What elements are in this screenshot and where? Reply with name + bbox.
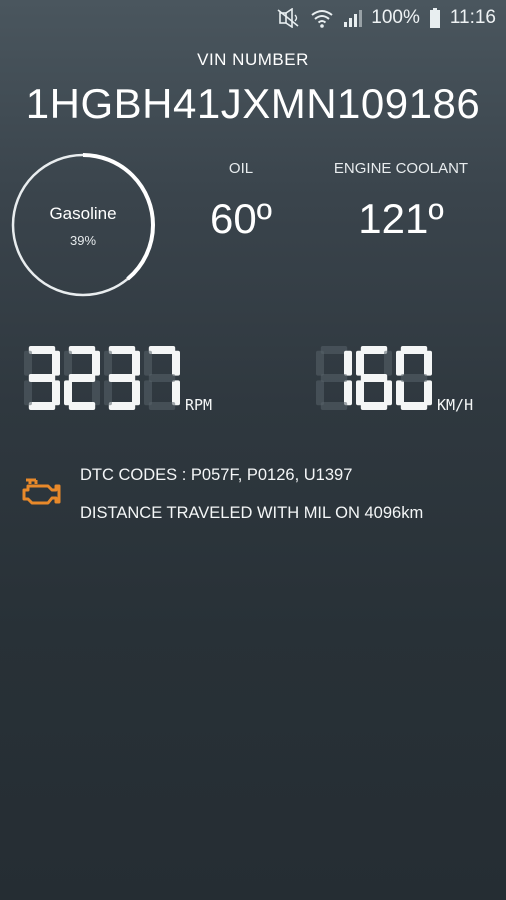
segment-a	[360, 346, 388, 354]
segment-f	[64, 350, 72, 376]
segment-c	[92, 380, 100, 406]
digit-0	[316, 346, 352, 410]
segment-f	[24, 350, 32, 376]
segment-a	[400, 346, 428, 354]
segment-d	[108, 402, 136, 410]
fuel-gauge: Gasoline 39%	[10, 152, 156, 298]
digit-2	[104, 346, 140, 410]
coolant-temp-label: ENGINE COOLANT	[333, 160, 469, 177]
segment-d	[148, 402, 176, 410]
segment-g	[400, 374, 428, 382]
mil-distance: DISTANCE TRAVELED WITH MIL ON 4096km	[80, 504, 424, 522]
segment-c	[344, 380, 352, 406]
segment-b	[172, 350, 180, 376]
segment-e	[144, 380, 152, 406]
segment-c	[424, 380, 432, 406]
segment-a	[68, 346, 96, 354]
segment-a	[148, 346, 176, 354]
segment-b	[344, 350, 352, 376]
segment-e	[104, 380, 112, 406]
segment-g	[28, 374, 56, 382]
mute-vibrate-icon	[276, 8, 302, 28]
segment-a	[320, 346, 348, 354]
segment-e	[396, 380, 404, 406]
segment-g	[68, 374, 96, 382]
segment-b	[132, 350, 140, 376]
segment-b	[92, 350, 100, 376]
segment-c	[384, 380, 392, 406]
segment-g	[320, 374, 348, 382]
vin-number: 1HGBH41JXMN109186	[25, 80, 481, 127]
coolant-temp: ENGINE COOLANT 121º	[318, 160, 484, 243]
digit-0	[24, 346, 60, 410]
unit-label: RPM	[185, 396, 212, 414]
unit-label: KM/H	[437, 396, 473, 414]
segment-g	[108, 374, 136, 382]
segment-e	[64, 380, 72, 406]
status-bar: 100% 11:16	[0, 0, 506, 36]
segment-e	[356, 380, 364, 406]
rpm-display: RPM	[22, 342, 232, 418]
segment-b	[384, 350, 392, 376]
segment-f	[356, 350, 364, 376]
wifi-icon	[311, 8, 333, 28]
oil-temp-value: 60º	[209, 195, 273, 242]
segment-f	[104, 350, 112, 376]
segment-d	[68, 402, 96, 410]
segment-g	[360, 374, 388, 382]
digit-1	[356, 346, 392, 410]
battery-icon	[429, 8, 441, 28]
segment-g	[148, 374, 176, 382]
segment-d	[28, 402, 56, 410]
segment-a	[108, 346, 136, 354]
speed-display: KM/H	[314, 342, 494, 418]
battery-percent: 100%	[371, 7, 420, 28]
dtc-codes: DTC CODES : P057F, P0126, U1397	[80, 466, 353, 484]
segment-c	[132, 380, 140, 406]
signal-icon	[342, 8, 363, 28]
fuel-type-label: Gasoline	[49, 204, 117, 223]
segment-f	[396, 350, 404, 376]
segment-c	[172, 380, 180, 406]
segment-f	[144, 350, 152, 376]
digit-1	[64, 346, 100, 410]
clock: 11:16	[449, 7, 496, 28]
segment-b	[52, 350, 60, 376]
segment-a	[28, 346, 56, 354]
oil-temp-label: OIL	[228, 160, 254, 177]
digit-3	[144, 346, 180, 410]
segment-b	[424, 350, 432, 376]
vin-label: VIN NUMBER	[197, 50, 309, 69]
check-engine-icon	[22, 475, 62, 514]
segment-e	[316, 380, 324, 406]
segment-d	[360, 402, 388, 410]
segment-d	[400, 402, 428, 410]
coolant-temp-value: 121º	[358, 195, 444, 242]
fuel-percent: 39%	[69, 233, 97, 248]
segment-d	[320, 402, 348, 410]
segment-f	[316, 350, 324, 376]
segment-e	[24, 380, 32, 406]
digit-2	[396, 346, 432, 410]
segment-c	[52, 380, 60, 406]
oil-temp: OIL 60º	[180, 160, 302, 243]
